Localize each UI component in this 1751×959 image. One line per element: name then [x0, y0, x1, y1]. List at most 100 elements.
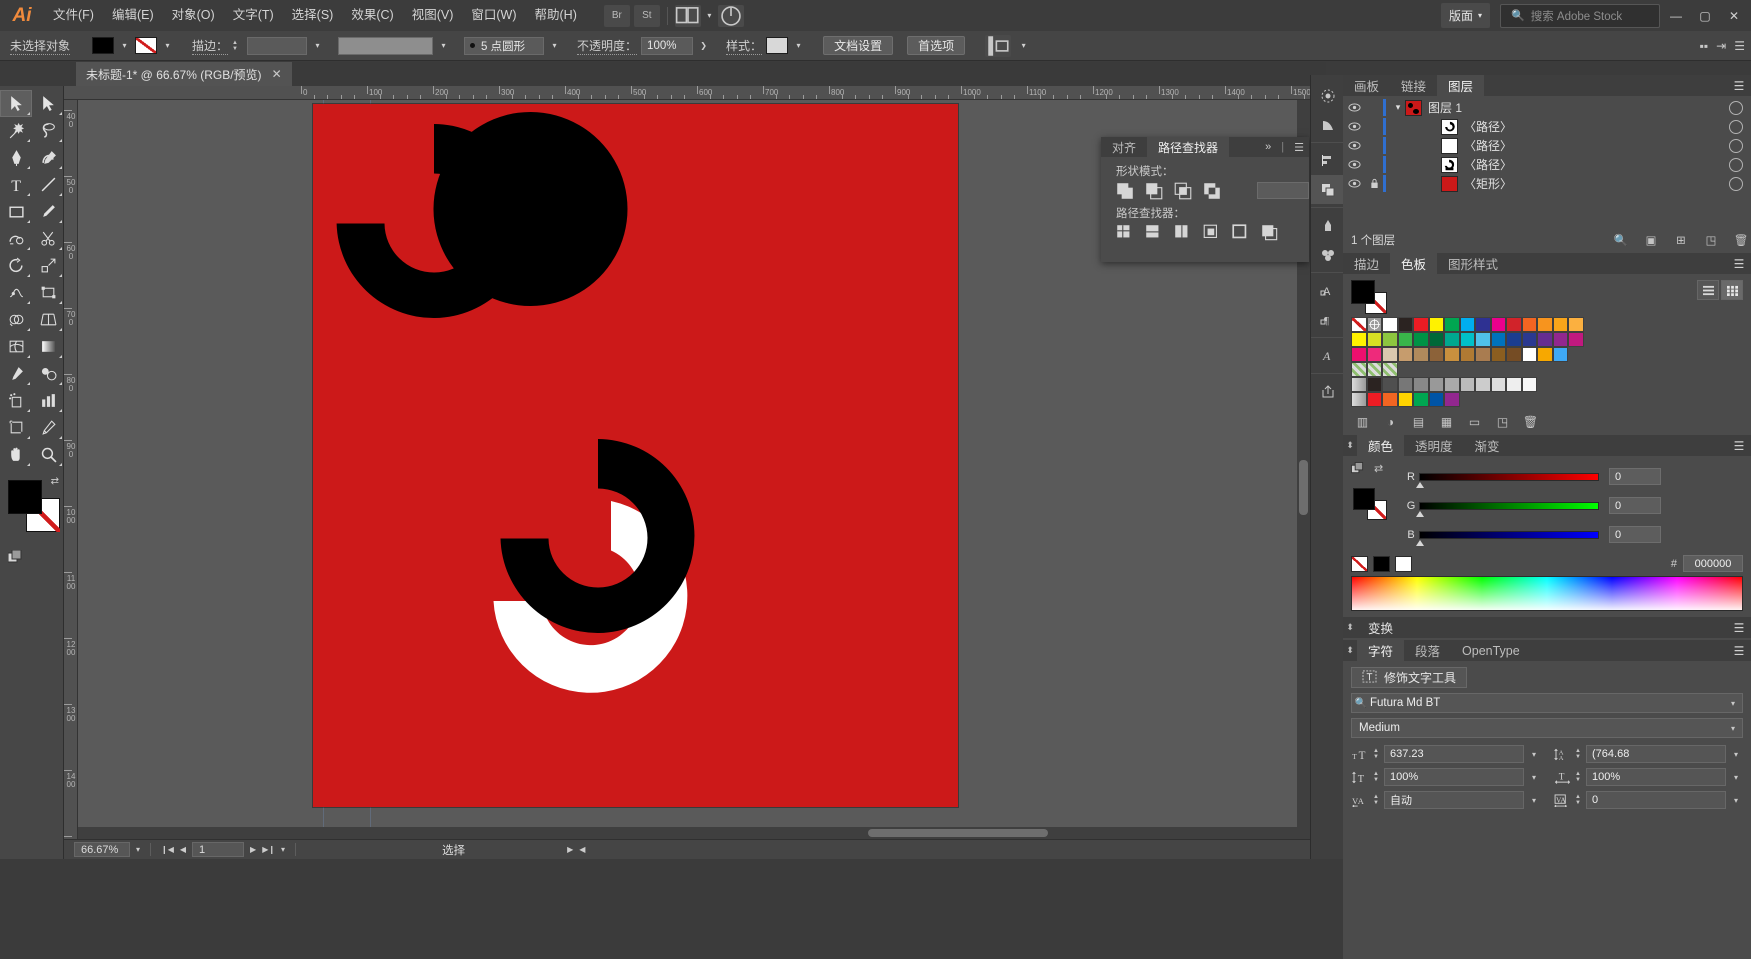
color-group-icon[interactable]: ▤ — [1406, 415, 1431, 429]
controlbar-menu-icon[interactable]: ☰ — [1734, 39, 1745, 53]
blend-tool[interactable] — [32, 360, 64, 387]
font-size-control[interactable]: TT ▲ ▼ 637.23 ▾ — [1351, 745, 1541, 763]
page-number-field[interactable]: 1 — [192, 842, 245, 857]
workspace-switcher[interactable]: 版面 ▾ — [1440, 3, 1490, 28]
type-tool[interactable]: T — [0, 171, 32, 198]
menu-effect[interactable]: 效果(C) — [342, 0, 402, 31]
tab-stroke[interactable]: 描边 — [1343, 253, 1390, 274]
font-family-field[interactable]: 🔍 Futura Md BT ▾ — [1351, 693, 1743, 713]
sync-settings-icon[interactable] — [717, 4, 744, 27]
document-setup-button[interactable]: 文档设置 — [823, 36, 894, 55]
target-circle-icon[interactable] — [1729, 119, 1743, 134]
menu-file[interactable]: 文件(F) — [44, 0, 103, 31]
hand-tool[interactable] — [0, 441, 32, 468]
color-spectrum-bar[interactable] — [1351, 576, 1743, 611]
swatch-color[interactable] — [1382, 332, 1398, 347]
trim-icon[interactable] — [1144, 224, 1164, 241]
table-row[interactable]: 〈路径〉 — [1343, 136, 1751, 155]
brush-libraries-icon[interactable] — [1311, 81, 1344, 110]
swatch-color[interactable] — [1459, 347, 1475, 362]
swatch-color[interactable] — [1366, 332, 1382, 347]
swatches-panel-menu-icon[interactable]: ☰ — [1727, 253, 1751, 274]
swatch-color[interactable] — [1537, 347, 1553, 362]
tab-transparency[interactable]: 透明度 — [1404, 435, 1464, 456]
swatch-color[interactable] — [1444, 332, 1460, 347]
swatch-color[interactable] — [1413, 347, 1429, 362]
leading-control[interactable]: AA ▲ ▼ (764.68 ▾ — [1553, 745, 1743, 763]
swatch-color[interactable] — [1506, 332, 1522, 347]
new-color-group-icon[interactable]: ▭ — [1462, 415, 1487, 429]
swatch-color[interactable] — [1537, 332, 1553, 347]
fill-chevron-icon[interactable]: ▾ — [118, 37, 131, 54]
tab-character[interactable]: 字符 — [1357, 640, 1405, 661]
swatch-color[interactable] — [1490, 377, 1506, 392]
edit-colors-icon[interactable]: ▦ — [1434, 415, 1459, 429]
character-styles-icon[interactable]: A — [1311, 341, 1344, 370]
selection-tool[interactable] — [0, 90, 32, 117]
disclosure-icon[interactable]: ▾ — [1391, 102, 1405, 113]
pathfinder-panel[interactable]: 对齐 路径查找器 » | ☰ 形状模式： 路径查找器： — [1101, 137, 1309, 262]
pathfinder-icon[interactable] — [1311, 175, 1344, 204]
fill-swatch[interactable] — [92, 37, 115, 54]
swap-colors-icon[interactable]: ⇄ — [1374, 462, 1383, 478]
tab-paragraph[interactable]: 段落 — [1404, 640, 1451, 661]
new-sublayer-icon[interactable]: ⊞ — [1671, 233, 1691, 247]
visibility-icon[interactable] — [1343, 160, 1365, 169]
swatches-fill-stroke-proxy[interactable] — [1351, 280, 1393, 314]
tab-gradient[interactable]: 渐变 — [1464, 435, 1511, 456]
leading-stepper[interactable]: ▲ ▼ — [1575, 748, 1583, 760]
vertical-scale-stepper[interactable]: ▲ ▼ — [1373, 771, 1381, 783]
eyedropper-tool[interactable] — [0, 360, 32, 387]
crop-icon[interactable] — [1202, 224, 1222, 241]
symbol-library-icon[interactable] — [1311, 240, 1344, 269]
locate-object-icon[interactable]: 🔍 — [1611, 233, 1631, 247]
swatches-fill-swatch[interactable] — [1351, 280, 1375, 304]
make-mask-icon[interactable]: ▣ — [1641, 233, 1661, 247]
slider-blue[interactable]: B 0 — [1403, 520, 1743, 549]
color-mode-icon[interactable] — [7, 549, 22, 564]
target-circle-icon[interactable] — [1729, 176, 1743, 191]
window-close-button[interactable]: ✕ — [1721, 5, 1747, 27]
swatch-color[interactable] — [1506, 377, 1522, 392]
color-panel-menu-icon[interactable]: ☰ — [1727, 435, 1751, 456]
font-style-chevron-icon[interactable]: ▾ — [1724, 724, 1742, 733]
target-circle-icon[interactable] — [1729, 138, 1743, 153]
horizontal-scale-stepper[interactable]: ▲ ▼ — [1575, 771, 1583, 783]
slider-green[interactable]: G 0 — [1403, 491, 1743, 520]
swatch-color[interactable] — [1506, 347, 1522, 362]
swatch-color[interactable] — [1490, 347, 1506, 362]
align-object-icon[interactable] — [985, 34, 1012, 57]
black-swatch-icon[interactable] — [1373, 555, 1390, 572]
swatch-color[interactable] — [1490, 332, 1506, 347]
close-icon[interactable]: ✕ — [272, 67, 282, 81]
layer-name[interactable]: 〈路径〉 — [1464, 156, 1729, 173]
align-chevron-icon[interactable]: ▾ — [1017, 37, 1030, 54]
menu-select[interactable]: 选择(S) — [283, 0, 343, 31]
export-icon[interactable] — [1311, 377, 1344, 406]
show-swatch-kinds-icon[interactable]: ◑ — [1378, 415, 1403, 429]
brushes-icon[interactable] — [1311, 211, 1344, 240]
swatch-color[interactable] — [1475, 347, 1491, 362]
new-layer-icon[interactable]: ◳ — [1701, 233, 1721, 247]
swatch-color[interactable] — [1568, 317, 1584, 332]
prev-page-icon[interactable]: ◀ — [180, 845, 186, 854]
graphic-style-swatch[interactable] — [766, 37, 789, 54]
minus-back-icon[interactable] — [1260, 224, 1280, 241]
paintbrush-tool[interactable] — [32, 198, 64, 225]
toolbar-fill-swatch[interactable] — [8, 480, 42, 514]
tracking-control[interactable]: VA ▲ ▼ 0 ▾ — [1553, 791, 1743, 809]
shape-builder-tool[interactable] — [0, 306, 32, 333]
menu-view[interactable]: 视图(V) — [403, 0, 463, 31]
workspace-toggle-icon[interactable]: ⇥ — [1716, 39, 1726, 53]
brush-chevron-icon[interactable]: ▾ — [548, 37, 561, 54]
stroke-profile-chevron-icon[interactable]: ▾ — [437, 37, 450, 54]
none-swatch-icon[interactable] — [1351, 555, 1368, 572]
font-family-chevron-icon[interactable]: ▾ — [1724, 699, 1742, 708]
swatch-libraries-icon[interactable]: ▥ — [1350, 415, 1375, 429]
layer-name[interactable]: 〈路径〉 — [1464, 118, 1729, 135]
menu-help[interactable]: 帮助(H) — [526, 0, 586, 31]
style-chevron-icon[interactable]: ▾ — [792, 37, 805, 54]
lock-icon[interactable] — [1365, 178, 1383, 189]
kerning-value[interactable]: 自动 — [1384, 791, 1524, 809]
tracking-value[interactable]: 0 — [1586, 791, 1726, 809]
